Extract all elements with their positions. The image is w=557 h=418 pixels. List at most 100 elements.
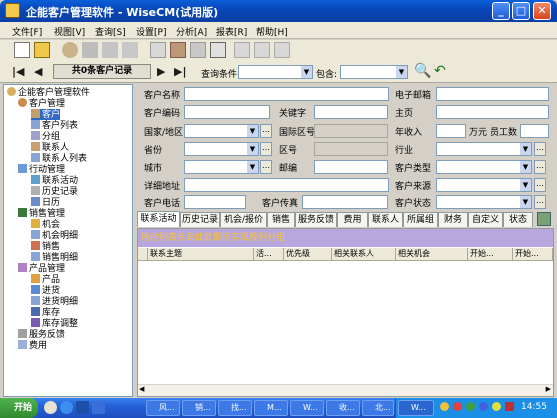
staff-field[interactable] (520, 124, 549, 138)
tree-item-customer[interactable]: 客户 (31, 109, 61, 120)
tab-sales[interactable]: 销售 (267, 212, 295, 227)
list-view-icon[interactable] (254, 42, 270, 58)
tree-item-stock[interactable]: 库存 (31, 307, 60, 318)
customer-icon[interactable] (62, 42, 78, 58)
tree-item-product[interactable]: 产品 (31, 274, 60, 285)
tray-icon[interactable] (466, 402, 475, 411)
customer-type-select[interactable]: ▼ (436, 160, 532, 174)
province-more-button[interactable]: … (260, 142, 272, 156)
tray-icon[interactable] (492, 402, 501, 411)
contact-icon[interactable] (82, 42, 98, 58)
tray-icon[interactable] (453, 402, 462, 411)
menu-report[interactable]: 报表[R] (216, 25, 247, 38)
table-view-icon[interactable] (274, 42, 290, 58)
phone-field[interactable] (184, 195, 246, 209)
tab-history[interactable]: 历史记录 (180, 212, 220, 227)
tree-root[interactable]: 企能客户管理软件 (7, 87, 90, 98)
query-condition-select[interactable]: ▼ (238, 65, 313, 79)
revenue-field[interactable] (436, 124, 466, 138)
menu-file[interactable]: 文件[F] (12, 25, 42, 38)
tab-activity[interactable]: 联系活动 (137, 211, 180, 227)
tree-item-contact-list[interactable]: 联系人列表 (31, 153, 87, 164)
minimize-button[interactable]: _ (492, 2, 510, 20)
customer-source-select[interactable]: ▼ (436, 178, 532, 192)
contains-input[interactable]: ▼ (340, 65, 408, 79)
industry-select[interactable]: ▼ (436, 142, 532, 156)
start-button[interactable]: 开始 (0, 398, 38, 418)
ie-icon[interactable] (60, 401, 73, 414)
tree-item-activity[interactable]: 联系活动 (31, 175, 78, 186)
tray-icon[interactable] (440, 402, 449, 411)
country-select[interactable]: ▼ (184, 124, 259, 138)
scroll-left-icon[interactable]: ◀ (139, 385, 144, 393)
tree-item-expense[interactable]: 费用 (18, 340, 47, 351)
taskbar-item[interactable]: 销... (182, 400, 216, 416)
taskbar-item[interactable]: 找... (218, 400, 252, 416)
tab-contacts[interactable]: 联系人 (368, 212, 403, 227)
tray-icon[interactable] (479, 402, 488, 411)
menu-help[interactable]: 帮助[H] (256, 25, 288, 38)
word-icon[interactable] (76, 401, 89, 414)
next-record-button[interactable]: ▶ (157, 65, 165, 78)
scroll-right-icon[interactable]: ▶ (546, 385, 551, 393)
tree-item-group[interactable]: 分组 (31, 131, 60, 142)
taskbar-item[interactable]: 风... (146, 400, 180, 416)
tray-icon[interactable] (505, 402, 514, 411)
tree-group-product[interactable]: 产品管理 (18, 263, 65, 274)
tree-item-customer-list[interactable]: 客户列表 (31, 120, 78, 131)
menu-settings[interactable]: 设置[P] (136, 25, 166, 38)
calendar-icon[interactable] (170, 42, 186, 58)
homepage-field[interactable] (436, 105, 549, 119)
taskbar-item[interactable]: 收... (326, 400, 360, 416)
tab-status[interactable]: 状态 (503, 212, 533, 227)
new-icon[interactable] (14, 42, 30, 58)
first-record-button[interactable]: |◀ (12, 65, 24, 78)
previous-record-button[interactable]: ◀ (34, 65, 42, 78)
column-related-contact[interactable]: 相关联系人 (332, 248, 396, 260)
customer-type-more-button[interactable]: … (534, 160, 546, 174)
fax-field[interactable] (302, 195, 388, 209)
tree-item-stock-adjust[interactable]: 库存调整 (31, 318, 78, 329)
province-select[interactable]: ▼ (184, 142, 259, 156)
column-priority[interactable]: 优先级 (284, 248, 332, 260)
maximize-button[interactable]: □ (512, 2, 530, 20)
column-related-opportunity[interactable]: 相关机会 (396, 248, 468, 260)
tab-custom[interactable]: 自定义 (468, 212, 503, 227)
customer-status-select[interactable]: ▼ (436, 195, 532, 209)
taskbar-item[interactable]: 北... (362, 400, 394, 416)
tree-item-service-feedback[interactable]: 服务反馈 (18, 329, 65, 340)
tab-service-feedback[interactable]: 服务反馈 (295, 212, 337, 227)
taskbar-item[interactable]: W... (290, 400, 324, 416)
grid-settings-icon[interactable] (537, 212, 551, 226)
tab-finance[interactable]: 财务 (438, 212, 468, 227)
close-button[interactable]: ✕ (533, 2, 551, 20)
tree-item-contact[interactable]: 联系人 (31, 142, 69, 153)
sales-icon[interactable] (122, 42, 138, 58)
column-start-time[interactable]: 开始... (513, 248, 553, 260)
column-subject[interactable]: 联系主题 (148, 248, 254, 260)
city-more-button[interactable]: … (260, 160, 272, 174)
menu-search[interactable]: 查询[S] (95, 25, 126, 38)
tree-item-opportunity[interactable]: 机会 (31, 219, 60, 230)
city-select[interactable]: ▼ (184, 160, 259, 174)
tree-item-sale[interactable]: 销售 (31, 241, 60, 252)
tree-item-purchase-detail[interactable]: 进货明细 (31, 296, 78, 307)
customer-status-more-button[interactable]: … (534, 195, 546, 209)
app-quick-icon[interactable] (92, 401, 105, 414)
horizontal-scrollbar[interactable]: ◀ ▶ (138, 384, 553, 396)
import-icon[interactable] (210, 42, 226, 58)
column-start-date[interactable]: 开始... (468, 248, 513, 260)
search-icon[interactable]: 🔍 (414, 63, 431, 79)
last-record-button[interactable]: ▶| (174, 65, 186, 78)
taskbar-item[interactable]: M... (254, 400, 288, 416)
tab-group[interactable]: 所属组 (403, 212, 438, 227)
email-field[interactable] (436, 87, 549, 101)
desktop-icon[interactable] (44, 401, 57, 414)
tree-item-history[interactable]: 历史记录 (31, 186, 78, 197)
tab-expense[interactable]: 费用 (337, 212, 368, 227)
tree-item-opportunity-detail[interactable]: 机会明细 (31, 230, 78, 241)
tree-group-customer[interactable]: 客户管理 (18, 98, 65, 109)
postcode-field[interactable] (314, 160, 388, 174)
taskbar-item-active[interactable]: W... (398, 400, 434, 416)
open-folder-icon[interactable] (34, 42, 50, 58)
